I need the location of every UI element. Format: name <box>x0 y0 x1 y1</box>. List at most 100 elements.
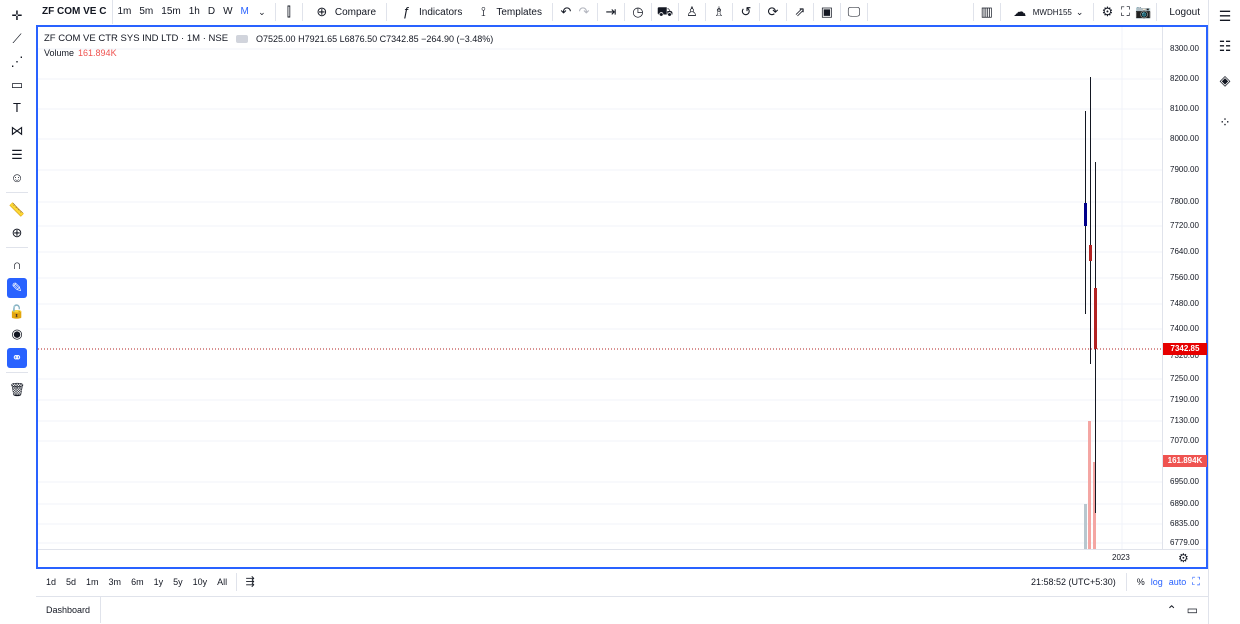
timeframe-1h[interactable]: 1h <box>185 0 204 24</box>
indicators-button[interactable]: ƒ Indicators <box>391 0 468 24</box>
price-plot[interactable] <box>38 27 1162 549</box>
trash-icon[interactable]: 🗑 <box>7 380 27 400</box>
fullscreen-icon[interactable]: ⛶ <box>1116 3 1134 21</box>
cart-icon[interactable]: ⛟ <box>656 3 674 21</box>
price-tick: 8300.00 <box>1170 44 1199 53</box>
chevron-down-icon[interactable]: ⌄ <box>253 3 271 21</box>
percent-toggle[interactable]: % <box>1137 577 1145 587</box>
screen-icon[interactable]: 🖵 <box>845 3 863 21</box>
timeframe-m[interactable]: M <box>237 0 253 24</box>
trend-line-icon[interactable]: ⟋ <box>7 29 27 49</box>
chart-legend: ZF COM VE CTR SYS IND LTD · 1M · NSE O75… <box>44 33 493 44</box>
prediction-tool-icon[interactable]: ☰ <box>7 145 27 165</box>
fib-tool-icon[interactable]: ⋰ <box>7 52 27 72</box>
watchlist-icon[interactable]: ☰ <box>1215 6 1235 26</box>
layout-icon[interactable]: ▥ <box>978 3 996 21</box>
range-6m[interactable]: 6m <box>126 577 149 587</box>
goto-date-icon[interactable]: ⇶ <box>241 573 259 591</box>
range-3m[interactable]: 3m <box>104 577 127 587</box>
log-toggle[interactable]: log <box>1151 577 1163 587</box>
image-icon[interactable]: ▣ <box>818 3 836 21</box>
settings-gear-icon[interactable]: ⚙ <box>1178 551 1189 565</box>
toolbar-divider <box>6 247 28 248</box>
price-axis[interactable]: 8300.00 8200.00 8100.00 8000.00 7900.00 … <box>1162 27 1207 549</box>
price-tick: 6835.00 <box>1170 519 1199 528</box>
candle-body-down <box>1089 245 1092 261</box>
time-axis[interactable]: 2023 ⚙ <box>38 549 1206 567</box>
bottom-panel-controls: ⌃ ▭ <box>1167 603 1208 617</box>
toolbar-divider <box>677 3 679 21</box>
grid <box>38 27 1162 549</box>
magnet-icon[interactable]: ∩ <box>7 255 27 275</box>
range-5y[interactable]: 5y <box>168 577 188 587</box>
candles-icon[interactable]: ⫿ <box>280 3 298 21</box>
range-10y[interactable]: 10y <box>188 577 213 587</box>
maximize-icon[interactable]: ▭ <box>1187 603 1198 617</box>
emoji-icon[interactable]: ☺ <box>7 168 27 188</box>
object-tree-icon[interactable]: ⁘ <box>1215 112 1235 132</box>
chart-pane[interactable]: ZF COM VE CTR SYS IND LTD · 1M · NSE O75… <box>36 25 1208 569</box>
timeframe-15m[interactable]: 15m <box>157 0 184 24</box>
toolbar-divider <box>236 573 238 591</box>
toolbar-divider <box>274 3 276 21</box>
camera-icon[interactable]: 📷 <box>1134 3 1152 21</box>
logout-button[interactable]: Logout <box>1161 7 1208 18</box>
pattern-tool-icon[interactable]: ⋈ <box>7 121 27 141</box>
timeframe-w[interactable]: W <box>219 0 236 24</box>
timeframe-d[interactable]: D <box>204 0 219 24</box>
alert-clock-icon[interactable]: ◷ <box>629 3 647 21</box>
gear-icon[interactable]: ⚙ <box>1098 3 1116 21</box>
price-tick: 7720.00 <box>1170 221 1199 230</box>
volume-bar <box>1088 421 1091 549</box>
stay-in-drawing-mode-icon[interactable]: ✎ <box>7 278 27 298</box>
toolbar-divider <box>650 3 652 21</box>
templates-button[interactable]: ⟟ Templates <box>468 0 548 24</box>
price-tick: 7130.00 <box>1170 416 1199 425</box>
tab-dashboard[interactable]: Dashboard <box>36 596 102 623</box>
range-1d[interactable]: 1d <box>36 577 61 587</box>
bottom-panel: Dashboard ⌃ ▭ <box>36 596 1208 623</box>
eye-icon[interactable]: ◉ <box>7 324 27 344</box>
zoom-in-icon[interactable]: ⊕ <box>7 223 27 243</box>
rectangle-icon[interactable]: ▭ <box>7 75 27 95</box>
volume-label: Volume <box>44 48 75 58</box>
timeframe-1m[interactable]: 1m <box>113 0 135 24</box>
clock[interactable]: 21:58:52 (UTC+5:30) <box>1031 577 1116 587</box>
range-1m[interactable]: 1m <box>81 577 104 587</box>
templates-label: Templates <box>496 6 542 18</box>
toolbar-divider <box>1093 3 1095 21</box>
cloud-layout-button[interactable]: ☁ MWDH155 ⌄ <box>1005 0 1090 24</box>
export-icon[interactable]: ⇥ <box>602 3 620 21</box>
fullscreen-icon[interactable]: ⛶ <box>1192 576 1200 589</box>
range-1y[interactable]: 1y <box>149 577 169 587</box>
ruler-icon[interactable]: 📏 <box>7 200 27 220</box>
reset-icon[interactable]: ↺ <box>737 3 755 21</box>
user-icon[interactable]: ♙ <box>683 3 701 21</box>
undo-icon[interactable]: ↶ <box>557 3 575 21</box>
range-5d[interactable]: 5d <box>61 577 81 587</box>
timeframe-5m[interactable]: 5m <box>135 0 157 24</box>
redo-icon[interactable]: ↷ <box>575 3 593 21</box>
crosshair-icon[interactable]: ✛ <box>7 6 27 26</box>
details-icon[interactable]: ☷ <box>1215 36 1235 56</box>
price-tick: 7900.00 <box>1170 165 1199 174</box>
range-all[interactable]: All <box>212 577 232 587</box>
compare-label: Compare <box>334 6 377 18</box>
sync-drawings-icon[interactable]: ⚭ <box>7 348 27 368</box>
text-tool-icon[interactable]: T <box>7 98 27 118</box>
volume-legend[interactable]: Volume 161.894K <box>44 48 117 58</box>
price-tick: 7190.00 <box>1170 395 1199 404</box>
flag-icon[interactable] <box>236 34 249 43</box>
indicators-label: Indicators <box>419 6 463 18</box>
compare-button[interactable]: ⊕ Compare <box>307 0 382 24</box>
auto-toggle[interactable]: auto <box>1169 577 1187 587</box>
user-settings-icon[interactable]: ♗ <box>710 3 728 21</box>
layers-icon[interactable]: ◈ <box>1215 70 1235 90</box>
refresh-icon[interactable]: ⟳ <box>764 3 782 21</box>
popout-icon[interactable]: ⇗ <box>791 3 809 21</box>
symbol-search-button[interactable]: ZF COM VE C <box>34 0 114 24</box>
chevron-up-icon[interactable]: ⌃ <box>1167 603 1177 617</box>
lock-icon[interactable]: 🔓 <box>7 302 27 322</box>
legend-title[interactable]: ZF COM VE CTR SYS IND LTD · 1M · NSE <box>44 33 228 44</box>
toolbar-divider <box>6 372 28 373</box>
